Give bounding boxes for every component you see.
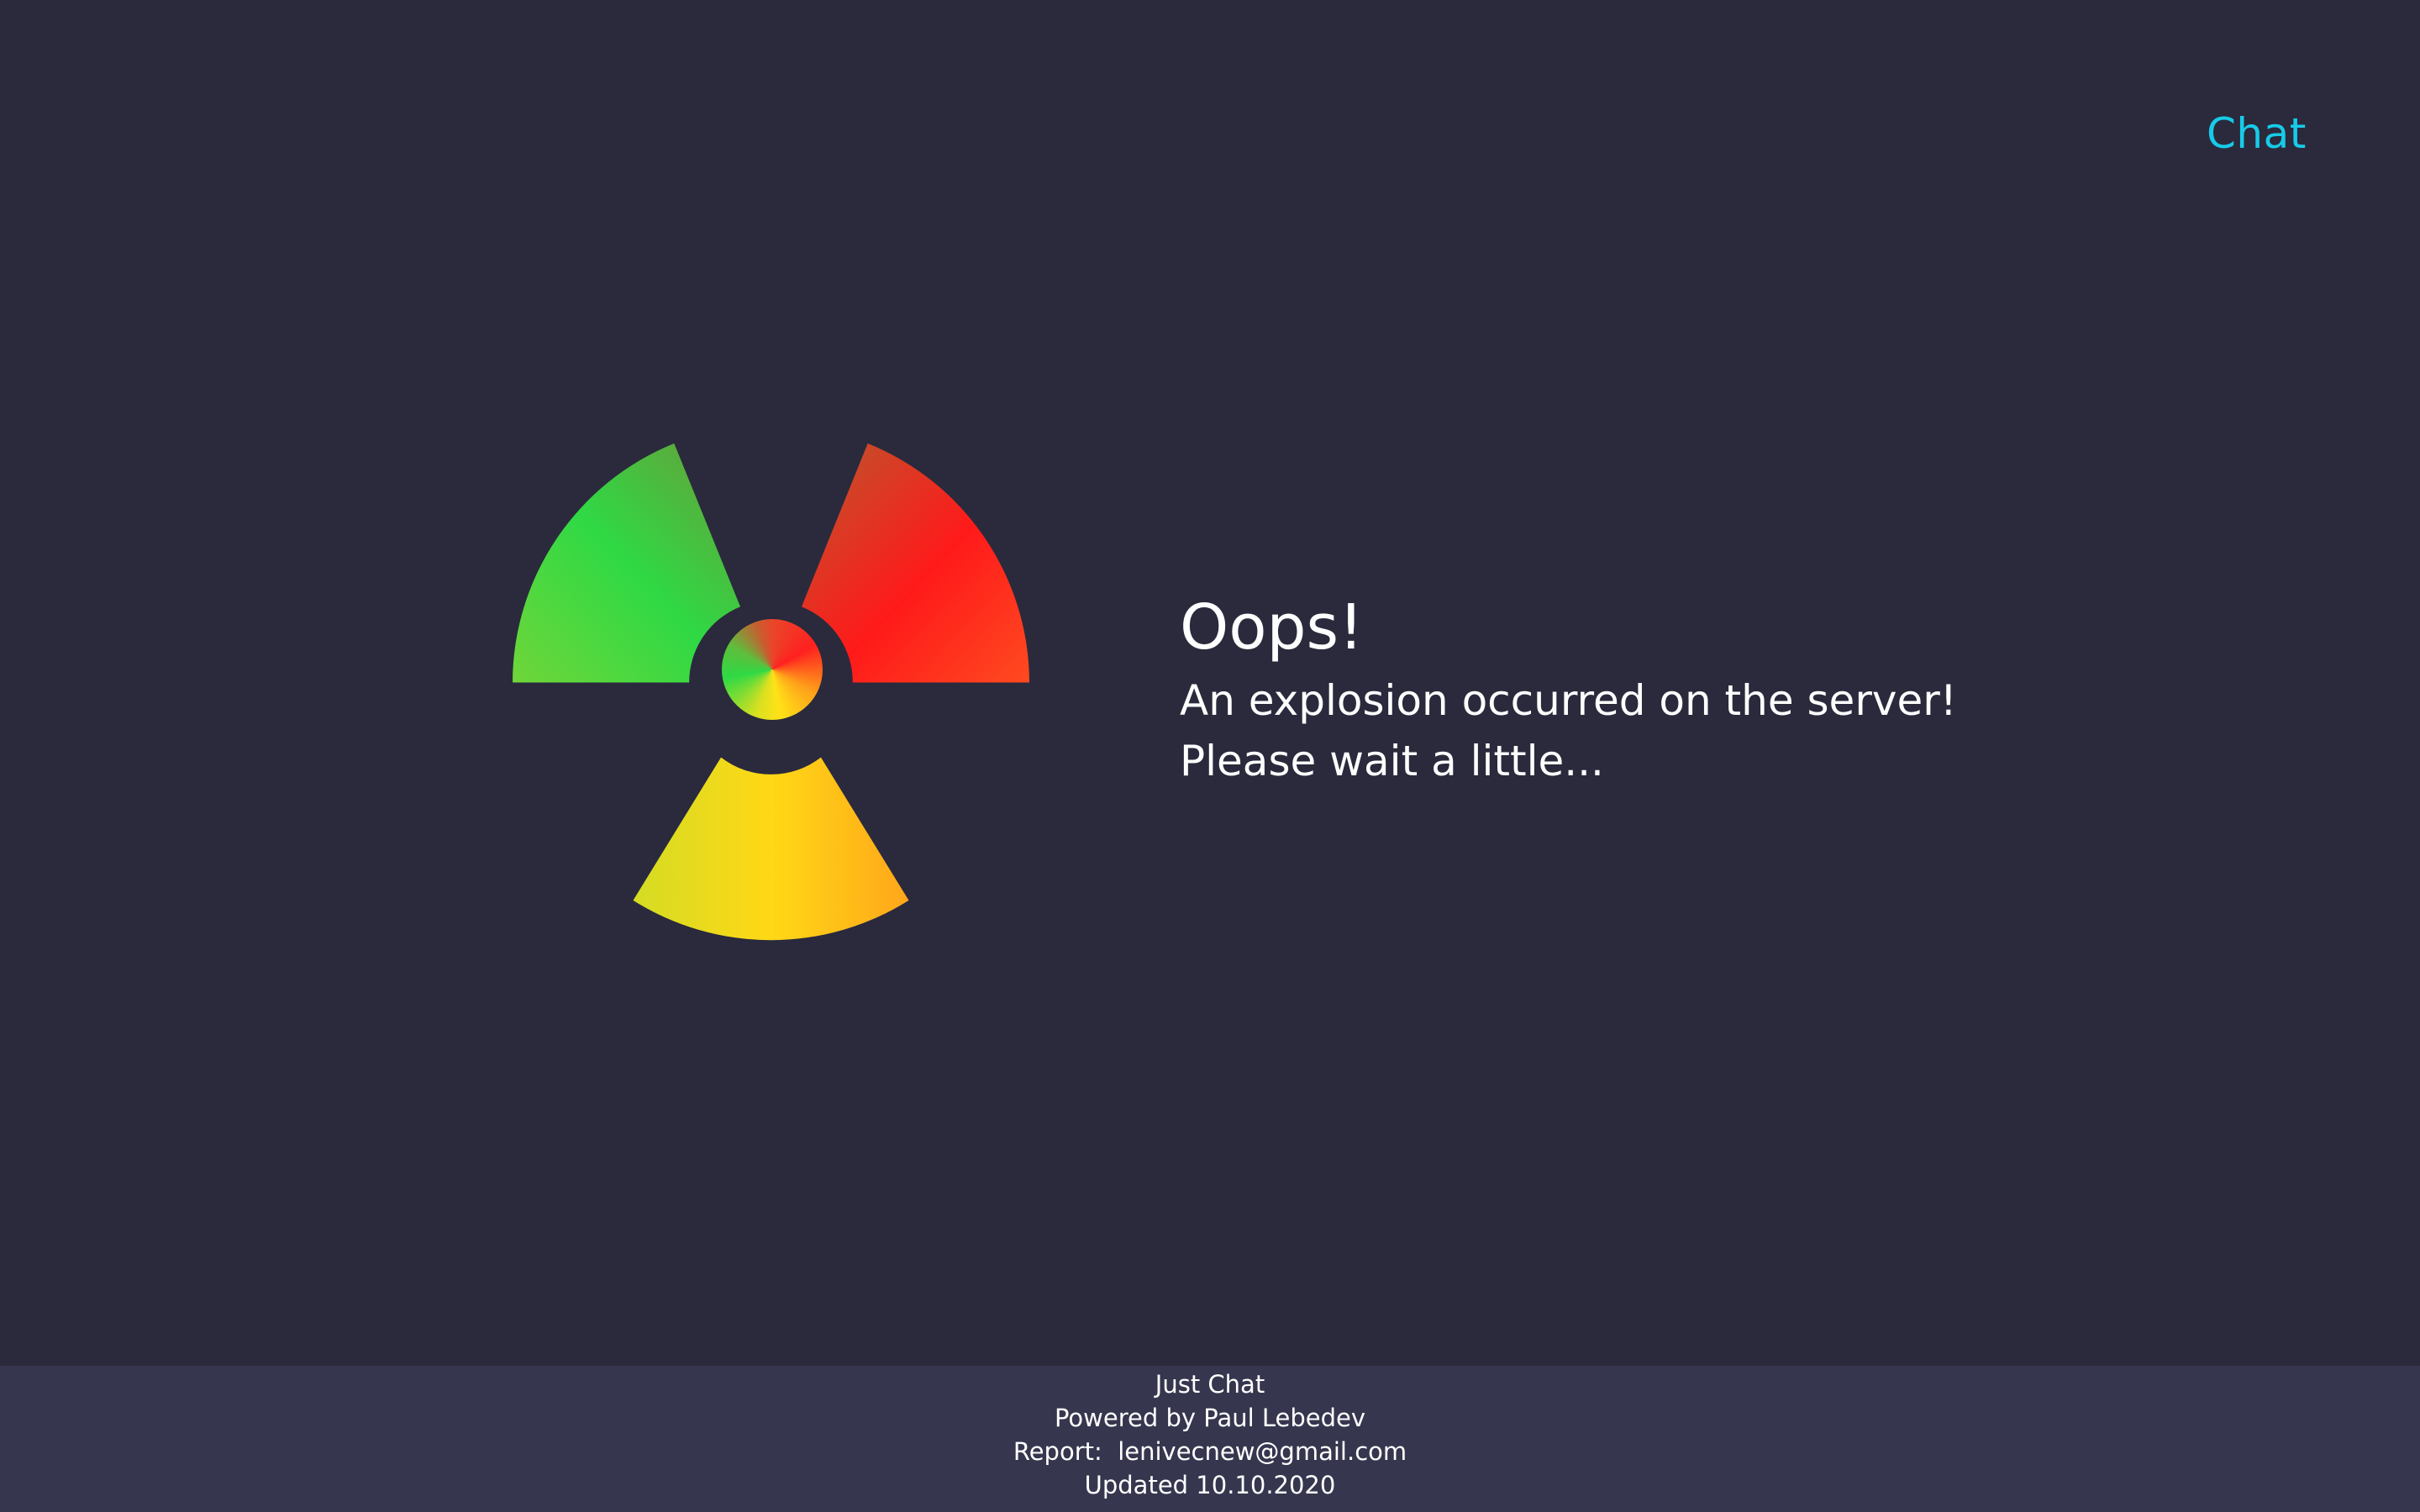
footer-report-email[interactable]: lenivecnew@gmail.com bbox=[1118, 1437, 1407, 1466]
error-line-1: An explosion occurred on the server! bbox=[1180, 676, 1957, 725]
error-title: Oops! bbox=[1180, 591, 1364, 664]
radiation-hazard-icon bbox=[513, 424, 1029, 941]
hazard-blade-green bbox=[513, 443, 741, 683]
error-page: Chat Oops! An explosion occurred on the … bbox=[0, 0, 2420, 1512]
footer-report: Report: lenivecnew@gmail.com bbox=[0, 1435, 2420, 1468]
chat-link[interactable]: Chat bbox=[2207, 109, 2307, 158]
footer-app-name: Just Chat bbox=[1155, 1370, 1265, 1399]
footer-updated: Updated 10.10.2020 bbox=[1084, 1471, 1336, 1499]
footer-powered-by: Powered by Paul Lebedev bbox=[1054, 1404, 1366, 1432]
error-line-2: Please wait a little... bbox=[1180, 737, 1604, 785]
footer: Just Chat Powered by Paul Lebedev Report… bbox=[0, 1366, 2420, 1512]
hazard-blade-red bbox=[801, 443, 1029, 683]
footer-report-label: Report: bbox=[1013, 1437, 1102, 1466]
hazard-center-disc bbox=[722, 619, 823, 720]
error-message: Oops! An explosion occurred on the serve… bbox=[1180, 590, 2104, 791]
hazard-blade-yellow bbox=[633, 757, 909, 941]
